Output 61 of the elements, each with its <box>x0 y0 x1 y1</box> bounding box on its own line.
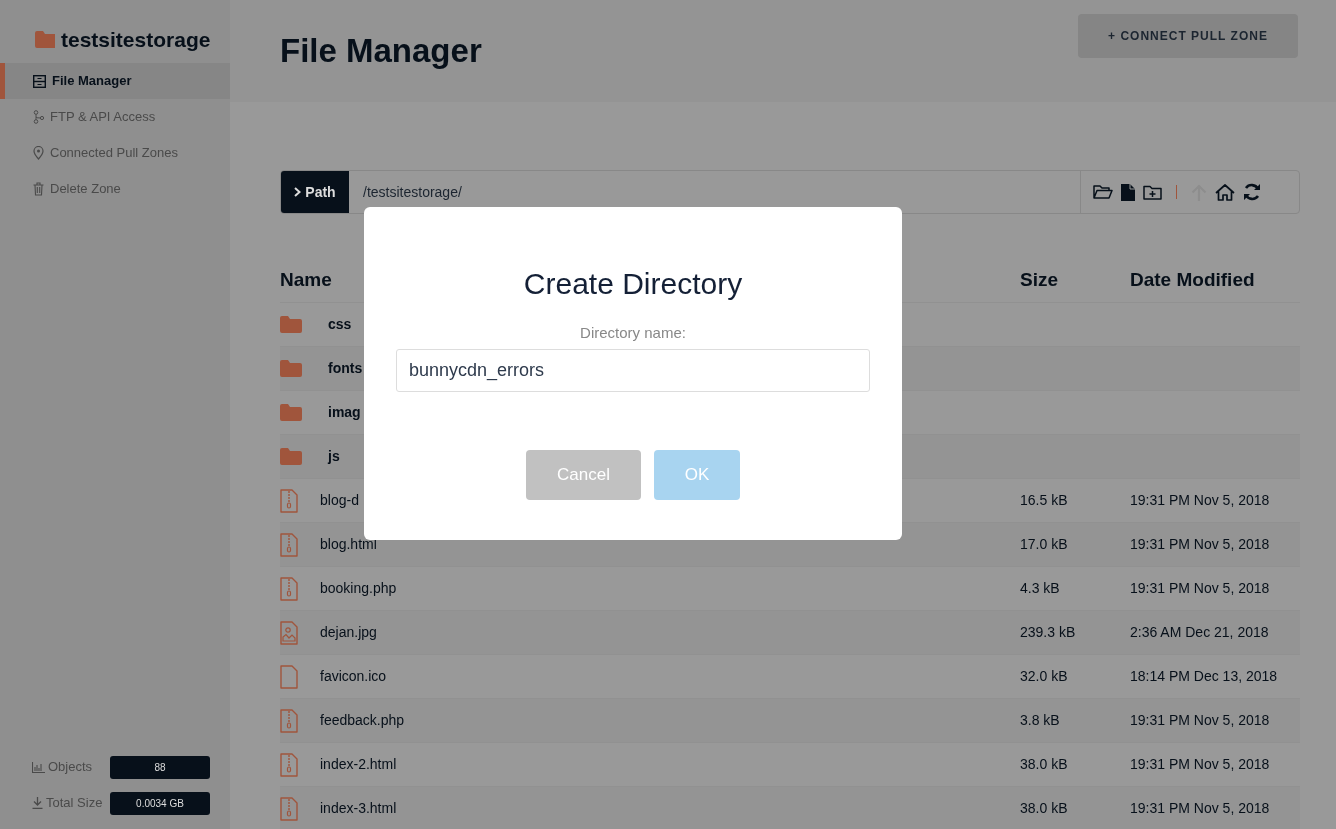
date-modified: 19:31 PM Nov 5, 2018 <box>1130 756 1270 772</box>
page-title: File Manager <box>280 31 482 71</box>
column-header[interactable]: Date Modified <box>1130 268 1255 290</box>
date-modified: 19:31 PM Nov 5, 2018 <box>1130 800 1270 816</box>
file-size: 17.0 kB <box>1020 536 1068 552</box>
trash-icon <box>33 182 44 196</box>
folder-name[interactable]: fonts <box>328 358 363 379</box>
stat-value: 88 <box>110 755 210 779</box>
zone-name: testsitestorage <box>61 26 211 53</box>
connect-pull-zone-button[interactable]: + CONNECT PULL ZONE <box>1078 14 1298 58</box>
date-modified: 19:31 PM Nov 5, 2018 <box>1130 492 1270 508</box>
folder-icon <box>280 316 302 333</box>
branch-icon <box>33 110 44 124</box>
folder-name[interactable]: js <box>328 446 340 467</box>
file-size: 16.5 kB <box>1020 492 1068 508</box>
zip-file-icon <box>280 488 298 513</box>
date-modified: 19:31 PM Nov 5, 2018 <box>1130 712 1270 728</box>
file-name[interactable]: dejan.jpg <box>320 622 377 643</box>
zip-file-icon <box>280 796 298 821</box>
zip-file-icon <box>280 752 298 777</box>
stat-value: 0.0034 GB <box>110 791 210 815</box>
file-size: 3.8 kB <box>1020 712 1060 728</box>
zip-file-icon <box>280 576 298 601</box>
folder-icon <box>280 448 302 465</box>
bar-chart-icon <box>32 761 45 773</box>
download-icon <box>32 797 43 809</box>
folder-name[interactable]: imag <box>328 402 361 423</box>
file-icon <box>280 664 298 689</box>
file-name[interactable]: index-2.html <box>320 754 397 775</box>
file-name[interactable]: index-3.html <box>320 798 397 819</box>
column-header[interactable]: Size <box>1020 268 1059 290</box>
date-modified: 18:14 PM Dec 13, 2018 <box>1130 668 1278 684</box>
file-name[interactable]: blog.html <box>320 534 377 555</box>
folder-name[interactable]: css <box>328 314 352 335</box>
file-name[interactable]: feedback.php <box>320 710 405 731</box>
file-name[interactable]: blog-d <box>320 490 359 511</box>
directory-name-field[interactable]: bunnycdn_errors <box>396 349 870 392</box>
zip-file-icon <box>280 708 298 733</box>
location-pin-icon <box>33 146 44 160</box>
stat-label: Total Size <box>46 794 103 813</box>
folder-icon <box>35 31 55 48</box>
file-size: 38.0 kB <box>1020 756 1068 772</box>
file-name[interactable]: favicon.ico <box>320 666 387 687</box>
zip-file-icon <box>280 532 298 557</box>
folder-icon <box>280 360 302 377</box>
file-size: 4.3 kB <box>1020 580 1060 596</box>
file-name[interactable]: booking.php <box>320 578 397 599</box>
date-modified: 2:36 AM Dec 21, 2018 <box>1130 624 1269 640</box>
folder-icon <box>280 404 302 421</box>
image-file-icon <box>280 620 298 645</box>
date-modified: 19:31 PM Nov 5, 2018 <box>1130 536 1270 552</box>
stat-label: Objects <box>48 758 93 777</box>
date-modified: 19:31 PM Nov 5, 2018 <box>1130 580 1270 596</box>
file-size: 32.0 kB <box>1020 668 1068 684</box>
file-size: 239.3 kB <box>1020 624 1076 640</box>
sidebar-item[interactable]: File Manager <box>0 63 230 99</box>
cabinet-icon <box>33 74 46 88</box>
column-header[interactable]: Name <box>280 265 332 294</box>
dialog-title: Create Directory <box>522 267 744 300</box>
field-label: Directory name: <box>580 323 686 343</box>
file-size: 38.0 kB <box>1020 800 1068 816</box>
